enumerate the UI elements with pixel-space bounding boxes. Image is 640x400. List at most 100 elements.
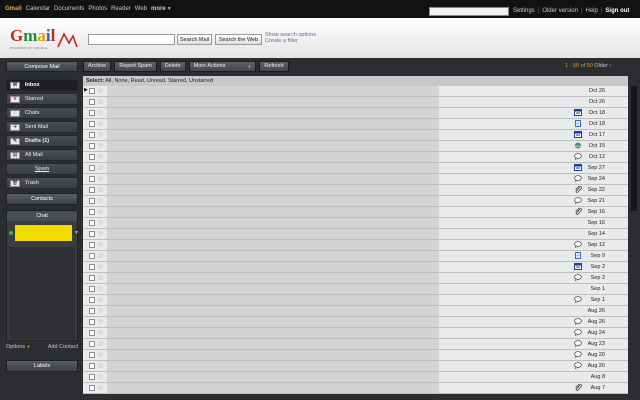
chat-options-link[interactable]: Options ▼ — [6, 344, 30, 350]
star-icon[interactable]: ☆ — [97, 306, 105, 315]
topnav-photos[interactable]: Photos — [88, 6, 107, 12]
sidebar-item-trash[interactable]: 🗑 Trash — [6, 177, 78, 189]
star-icon[interactable]: ☆ — [97, 152, 105, 161]
scrollbar-thumb[interactable] — [631, 86, 637, 211]
table-row[interactable]: ☆ Sep 14 — [83, 229, 628, 240]
table-row[interactable]: ☆ Sep 21 — [83, 196, 628, 207]
star-icon[interactable]: ☆ — [97, 207, 105, 216]
message-subject[interactable] — [107, 174, 439, 184]
message-subject[interactable] — [107, 119, 439, 129]
row-checkbox[interactable] — [89, 176, 95, 182]
row-checkbox[interactable] — [89, 341, 95, 347]
table-row[interactable]: ☆ Aug 23 — [83, 339, 628, 350]
table-row[interactable]: ☆ Sep 12 — [83, 240, 628, 251]
message-subject[interactable] — [107, 185, 439, 195]
star-icon[interactable]: ☆ — [97, 251, 105, 260]
row-checkbox[interactable] — [89, 231, 95, 237]
star-icon[interactable]: ☆ — [97, 119, 105, 128]
star-icon[interactable]: ☆ — [97, 339, 105, 348]
star-icon[interactable]: ☆ — [97, 240, 105, 249]
message-subject[interactable] — [107, 306, 439, 316]
row-checkbox[interactable] — [89, 275, 95, 281]
star-icon[interactable]: ☆ — [97, 295, 105, 304]
scrollbar[interactable] — [630, 86, 638, 400]
message-subject[interactable] — [107, 97, 439, 107]
report-spam-button[interactable]: Report Spam — [114, 60, 157, 72]
topnav-more[interactable]: more▼ — [151, 6, 172, 12]
topnav-gmail[interactable]: Gmail — [5, 6, 22, 12]
chevron-down-icon[interactable]: ▼ — [74, 230, 79, 236]
add-contact-link[interactable]: Add Contact — [48, 344, 78, 350]
topnav-web[interactable]: Web — [135, 6, 147, 12]
table-row[interactable]: ☆ Oct 26 — [83, 97, 628, 108]
row-checkbox[interactable] — [89, 154, 95, 160]
star-icon[interactable]: ☆ — [97, 141, 105, 150]
star-icon[interactable]: ☆ — [97, 262, 105, 271]
table-row[interactable]: ☆ Oct 18 — [83, 119, 628, 130]
row-checkbox[interactable] — [89, 385, 95, 391]
row-checkbox[interactable] — [89, 143, 95, 149]
table-row[interactable]: ☆ Oct 18 — [83, 108, 628, 119]
row-checkbox[interactable] — [89, 242, 95, 248]
message-subject[interactable] — [107, 262, 439, 272]
message-subject[interactable] — [107, 218, 439, 228]
row-checkbox[interactable] — [89, 297, 95, 303]
message-subject[interactable] — [107, 361, 439, 371]
star-icon[interactable]: ☆ — [97, 273, 105, 282]
star-icon[interactable]: ☆ — [97, 196, 105, 205]
message-subject[interactable] — [107, 152, 439, 162]
table-row[interactable]: ▶ ☆ Oct 26 — [83, 86, 628, 97]
search-mail-button[interactable]: Search Mail — [177, 34, 212, 45]
message-subject[interactable] — [107, 284, 439, 294]
star-icon[interactable]: ☆ — [97, 163, 105, 172]
table-row[interactable]: ☆ Sep 1 — [83, 284, 628, 295]
row-checkbox[interactable] — [89, 319, 95, 325]
table-row[interactable]: ☆ Aug 8 — [83, 372, 628, 383]
chat-contact-list[interactable] — [9, 247, 75, 339]
message-subject[interactable] — [107, 295, 439, 305]
row-checkbox[interactable] — [89, 264, 95, 270]
row-checkbox[interactable] — [89, 110, 95, 116]
table-row[interactable]: ☆ Aug 7 — [83, 383, 628, 394]
row-checkbox[interactable] — [89, 220, 95, 226]
star-icon[interactable]: ☆ — [97, 328, 105, 337]
row-checkbox[interactable] — [89, 352, 95, 358]
message-subject[interactable] — [107, 273, 439, 283]
table-row[interactable]: ☆ Sep 2 — [83, 262, 628, 273]
message-subject[interactable] — [107, 383, 439, 393]
archive-button[interactable]: Archive — [83, 60, 112, 72]
delete-button[interactable]: Delete — [159, 60, 186, 72]
row-checkbox[interactable] — [89, 165, 95, 171]
table-row[interactable]: ☆ Oct 15 — [83, 141, 628, 152]
star-icon[interactable]: ☆ — [97, 361, 105, 370]
message-subject[interactable] — [107, 141, 439, 151]
table-row[interactable]: ☆ Sep 16 — [83, 207, 628, 218]
create-filter-link[interactable]: Create a filter — [265, 38, 316, 44]
message-subject[interactable] — [107, 240, 439, 250]
star-icon[interactable]: ☆ — [97, 317, 105, 326]
row-checkbox[interactable] — [89, 330, 95, 336]
table-row[interactable]: ☆ Aug 20 — [83, 361, 628, 372]
row-checkbox[interactable] — [89, 121, 95, 127]
sidebar-item-drafts[interactable]: ✎ Drafts (1) — [6, 135, 78, 147]
settings-link[interactable]: Settings — [513, 8, 535, 14]
message-subject[interactable] — [107, 251, 439, 261]
message-subject[interactable] — [107, 108, 439, 118]
sidebar-item-spam[interactable]: Spam — [6, 163, 78, 175]
row-checkbox[interactable] — [89, 88, 95, 94]
table-row[interactable]: ☆ Sep 27 — [83, 163, 628, 174]
star-icon[interactable]: ☆ — [97, 383, 105, 392]
search-web-button[interactable]: Search the Web — [215, 34, 262, 45]
topnav-reader[interactable]: Reader — [111, 6, 131, 12]
message-subject[interactable] — [107, 317, 439, 327]
row-checkbox[interactable] — [89, 132, 95, 138]
top-search-input[interactable] — [429, 7, 509, 16]
sign-out-link[interactable]: Sign out — [605, 8, 629, 14]
sidebar-item-chats[interactable]: ◌ Chats — [6, 107, 78, 119]
refresh-button[interactable]: Refresh — [259, 60, 289, 72]
table-row[interactable]: ☆ Sep 1 — [83, 295, 628, 306]
sidebar-item-allmail[interactable]: ▤ All Mail — [6, 149, 78, 161]
table-row[interactable]: ☆ Aug 26 — [83, 317, 628, 328]
topnav-documents[interactable]: Documents — [54, 6, 84, 12]
table-row[interactable]: ☆ Sep 9 — [83, 251, 628, 262]
